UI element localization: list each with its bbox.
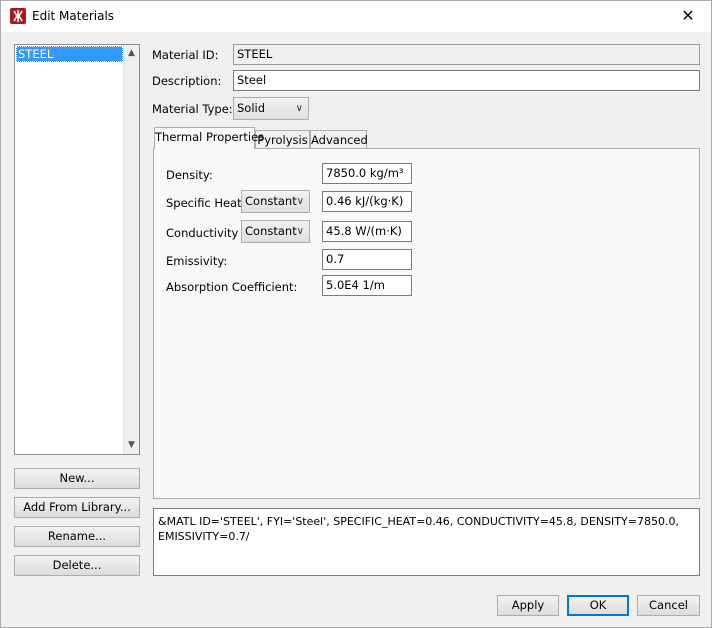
material-id-field: STEEL [233, 44, 700, 65]
description-label: Description: [152, 74, 222, 88]
tab-advanced[interactable]: Advanced [310, 130, 368, 149]
chevron-down-icon: ∨ [296, 226, 304, 237]
conductivity-mode-select[interactable]: Constant ∨ [241, 220, 310, 243]
absorption-coefficient-label: Absorption Coefficient: [166, 280, 298, 294]
list-scrollbar[interactable]: ▲ ▼ [123, 45, 139, 454]
material-type-value: Solid [237, 101, 266, 115]
specific-heat-field[interactable]: 0.46 kJ/(kg·K) [322, 191, 412, 212]
fds-output-text: &MATL ID='STEEL', FYI='Steel', SPECIFIC_… [153, 508, 700, 576]
conductivity-label: Conductivity [166, 226, 239, 240]
density-label: Density: [166, 168, 213, 182]
thermal-properties-panel: Density: 7850.0 kg/m³ Specific Heat Cons… [153, 148, 700, 499]
material-type-select[interactable]: Solid ∨ [233, 97, 309, 120]
material-type-label: Material Type: [152, 102, 233, 116]
window-title: Edit Materials [32, 9, 115, 23]
tab-thermal-properties[interactable]: Thermal Properties [154, 127, 264, 149]
fire-logo-icon [10, 8, 26, 24]
description-field[interactable]: Steel [233, 70, 700, 91]
delete-button[interactable]: Delete... [14, 555, 140, 576]
new-button[interactable]: New... [14, 468, 140, 489]
scroll-up-icon[interactable]: ▲ [124, 45, 139, 62]
chevron-down-icon: ∨ [295, 103, 303, 114]
material-id-label: Material ID: [152, 48, 219, 62]
cancel-button[interactable]: Cancel [637, 595, 700, 616]
specific-heat-mode-select[interactable]: Constant ∨ [241, 190, 310, 213]
apply-button[interactable]: Apply [497, 595, 559, 616]
emissivity-field[interactable]: 0.7 [322, 249, 412, 270]
close-icon[interactable]: ✕ [665, 1, 711, 32]
materials-list[interactable]: STEEL ▲ ▼ [14, 44, 140, 455]
conductivity-field[interactable]: 45.8 W/(m·K) [322, 221, 412, 242]
emissivity-label: Emissivity: [166, 254, 228, 268]
chevron-down-icon: ∨ [296, 196, 304, 207]
list-item[interactable]: STEEL [16, 46, 123, 62]
density-field[interactable]: 7850.0 kg/m³ [322, 163, 412, 184]
title-bar: Edit Materials ✕ [1, 1, 711, 32]
specific-heat-label: Specific Heat [166, 196, 242, 210]
add-from-library-button[interactable]: Add From Library... [14, 497, 140, 518]
specific-heat-mode-value: Constant [245, 194, 297, 208]
edit-materials-dialog: Edit Materials ✕ STEEL ▲ ▼ New... Add Fr… [0, 0, 712, 628]
absorption-coefficient-field[interactable]: 5.0E4 1/m [322, 275, 412, 296]
conductivity-mode-value: Constant [245, 224, 297, 238]
rename-button[interactable]: Rename... [14, 526, 140, 547]
scroll-down-icon[interactable]: ▼ [124, 437, 139, 454]
ok-button[interactable]: OK [567, 595, 629, 616]
